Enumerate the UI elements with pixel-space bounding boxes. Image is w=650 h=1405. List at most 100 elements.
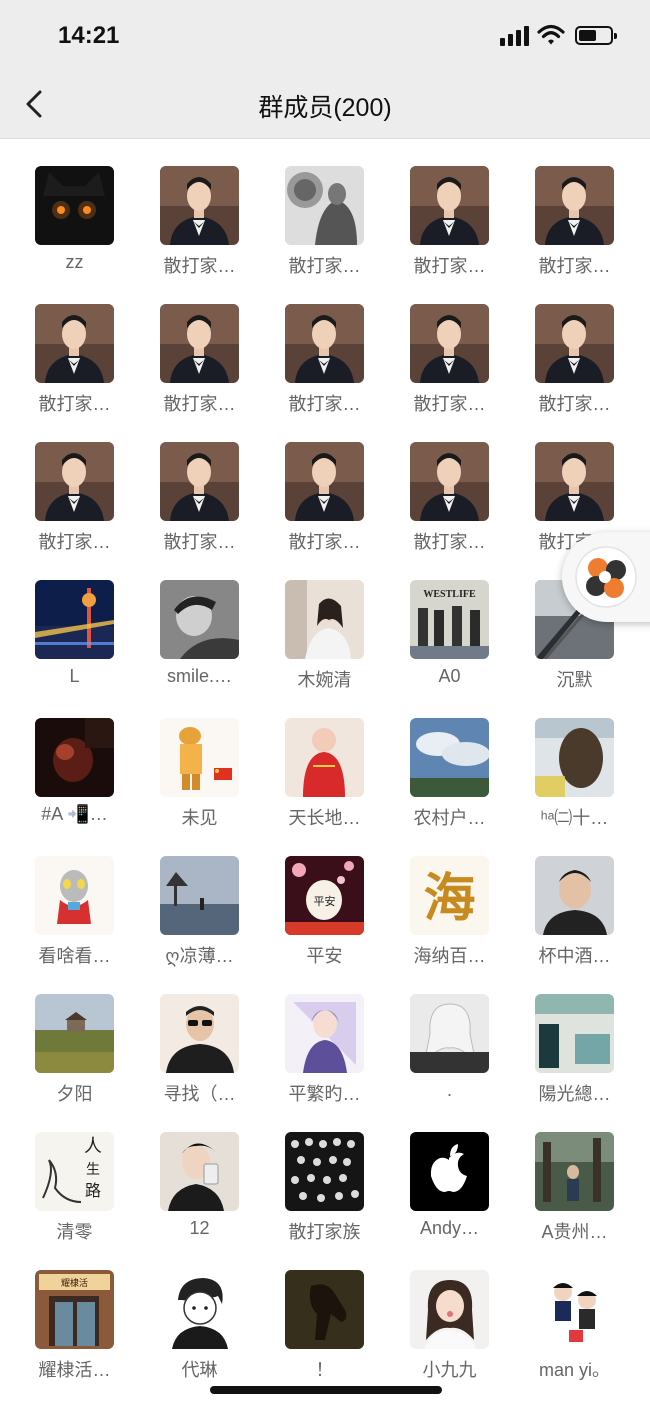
member-item[interactable]: 平安 平安 (262, 830, 387, 968)
member-avatar: 平安 (285, 856, 364, 935)
member-item[interactable]: 散打家… (137, 416, 262, 554)
member-name: 散打家… (413, 532, 486, 552)
member-item[interactable]: 散打家… (137, 140, 262, 278)
member-avatar: 海 (410, 856, 489, 935)
member-name: 未见 (181, 808, 218, 828)
member-name: 散打家族 (288, 1222, 361, 1242)
member-name: 散打家… (38, 532, 111, 552)
member-item[interactable]: 寻找（… (137, 968, 262, 1106)
member-name: 海纳百… (413, 946, 486, 966)
member-avatar (535, 442, 614, 521)
member-item[interactable]: 散打家族 (262, 1106, 387, 1244)
member-item[interactable]: #A 📲… (12, 692, 137, 830)
member-avatar (160, 718, 239, 797)
member-item[interactable]: ღ凉薄… (137, 830, 262, 968)
svg-text:耀棣活: 耀棣活 (61, 1277, 88, 1289)
member-item[interactable]: 陽光總… (512, 968, 637, 1106)
svg-text:海: 海 (423, 868, 475, 929)
member-avatar (160, 166, 239, 245)
member-name: Andy… (419, 1218, 480, 1238)
member-item[interactable]: 散打家… (262, 416, 387, 554)
member-item[interactable]: ！ (262, 1244, 387, 1382)
member-avatar (410, 166, 489, 245)
floating-assistant-icon (575, 546, 637, 608)
member-name: A贵州… (541, 1222, 608, 1242)
member-item[interactable]: L (12, 554, 137, 692)
svg-text:生: 生 (86, 1162, 100, 1178)
member-item[interactable]: 农村户… (387, 692, 512, 830)
member-item[interactable]: 散打家… (262, 278, 387, 416)
member-item[interactable]: zz (12, 140, 137, 278)
status-time: 14:21 (58, 22, 120, 49)
member-item[interactable]: 海海纳百… (387, 830, 512, 968)
member-item[interactable]: 散打家… (12, 278, 137, 416)
member-name: 耀棣活… (38, 1360, 111, 1380)
member-avatar (160, 994, 239, 1073)
member-item[interactable]: 看啥看… (12, 830, 137, 968)
member-item[interactable]: 天长地… (262, 692, 387, 830)
member-avatar: 耀棣活 (35, 1270, 114, 1349)
member-name: 散打家… (163, 394, 236, 414)
member-item[interactable]: 散打家… (387, 278, 512, 416)
member-name: ღ凉薄… (165, 946, 234, 966)
member-avatar (35, 994, 114, 1073)
member-name: 散打家… (538, 394, 611, 414)
member-name: 散打家… (413, 256, 486, 276)
member-item[interactable]: 散打家… (512, 278, 637, 416)
member-name: 散打家… (163, 256, 236, 276)
member-item[interactable]: 散打家… (12, 416, 137, 554)
member-item[interactable]: man yi。 (512, 1244, 637, 1382)
member-name: #A 📲… (41, 804, 108, 824)
member-name: 散打家… (538, 256, 611, 276)
member-item[interactable]: 散打家… (137, 278, 262, 416)
member-item[interactable]: 代琳 (137, 1244, 262, 1382)
member-item[interactable]: 未见 (137, 692, 262, 830)
member-item[interactable]: 夕阳 (12, 968, 137, 1106)
member-item[interactable]: Andy… (387, 1106, 512, 1244)
member-item[interactable]: 平繁旳… (262, 968, 387, 1106)
member-name: 平繁旳… (288, 1084, 361, 1104)
member-avatar (35, 856, 114, 935)
member-avatar (410, 442, 489, 521)
member-name: zz (65, 252, 84, 272)
member-item[interactable]: smile.… (137, 554, 262, 692)
floating-assistant-button[interactable] (562, 532, 650, 622)
member-item[interactable]: 散打家… (512, 140, 637, 278)
member-avatar (35, 718, 114, 797)
member-item[interactable]: 耀棣活耀棣活… (12, 1244, 137, 1382)
member-item[interactable]: 小九九 (387, 1244, 512, 1382)
member-avatar (410, 1270, 489, 1349)
member-item[interactable]: 12 (137, 1106, 262, 1244)
member-avatar (410, 718, 489, 797)
member-name: 杯中酒… (538, 946, 611, 966)
member-name: 平安 (306, 946, 343, 966)
member-avatar (35, 304, 114, 383)
member-avatar (535, 1132, 614, 1211)
member-item[interactable]: 散打家… (387, 416, 512, 554)
svg-text:路: 路 (85, 1181, 101, 1200)
member-name: 散打家… (163, 532, 236, 552)
member-item[interactable]: 木婉清 (262, 554, 387, 692)
member-name: 农村户… (413, 808, 486, 828)
member-item[interactable]: 杯中酒… (512, 830, 637, 968)
member-avatar (535, 994, 614, 1073)
member-avatar (35, 166, 114, 245)
member-item[interactable]: A贵州… (512, 1106, 637, 1244)
member-item[interactable]: 散打家… (387, 140, 512, 278)
member-item[interactable]: 人生路清零 (12, 1106, 137, 1244)
member-name: A0 (438, 666, 461, 686)
member-avatar (160, 304, 239, 383)
member-name: ʰᵃ㈡十… (540, 808, 609, 828)
member-avatar (285, 1132, 364, 1211)
member-item[interactable]: . (387, 968, 512, 1106)
member-avatar (285, 994, 364, 1073)
member-name: 散打家… (288, 256, 361, 276)
svg-text:WESTLIFE: WESTLIFE (423, 589, 476, 600)
member-avatar (410, 994, 489, 1073)
member-name: 木婉清 (297, 670, 352, 690)
member-item[interactable]: 散打家… (262, 140, 387, 278)
member-item[interactable]: ʰᵃ㈡十… (512, 692, 637, 830)
member-avatar (160, 1270, 239, 1349)
member-avatar (410, 304, 489, 383)
member-item[interactable]: WESTLIFE A0 (387, 554, 512, 692)
